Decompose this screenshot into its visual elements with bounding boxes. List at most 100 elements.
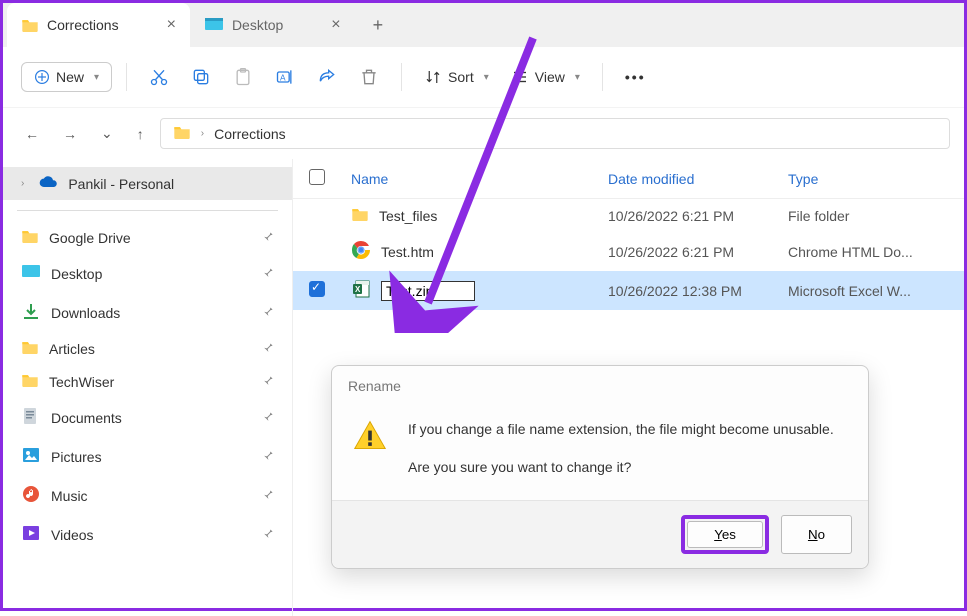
- file-row[interactable]: X 10/26/2022 12:38 PMMicrosoft Excel W...: [293, 271, 964, 310]
- tab-label: Corrections: [47, 17, 119, 33]
- sort-button[interactable]: Sort ▾: [416, 62, 497, 92]
- tab-label: Desktop: [232, 17, 283, 33]
- pin-icon[interactable]: [260, 340, 274, 357]
- sidebar-item-label: Documents: [51, 410, 122, 426]
- file-date: 10/26/2022 6:21 PM: [608, 244, 788, 260]
- file-type: Chrome HTML Do...: [788, 244, 948, 260]
- sidebar-item-pictures[interactable]: Pictures: [3, 437, 292, 476]
- delete-button[interactable]: [351, 61, 387, 93]
- sidebar-item-label: Articles: [49, 341, 95, 357]
- new-button[interactable]: New ▾: [21, 62, 112, 92]
- svg-text:X: X: [355, 285, 361, 294]
- folder-icon: [21, 373, 39, 390]
- pin-icon[interactable]: [260, 487, 274, 504]
- chevron-down-icon: ▾: [575, 72, 580, 83]
- pin-icon[interactable]: [260, 304, 274, 321]
- pin-icon[interactable]: [260, 229, 274, 246]
- yes-button[interactable]: Yes: [687, 521, 763, 548]
- desktop-icon: [21, 262, 41, 285]
- music-icon: [21, 484, 41, 507]
- sidebar-item-label: Google Drive: [49, 230, 131, 246]
- pin-icon[interactable]: [260, 448, 274, 465]
- pictures-icon: [21, 445, 41, 468]
- sidebar-item-techwiser[interactable]: TechWiser: [3, 365, 292, 398]
- separator: [401, 63, 402, 91]
- sidebar-item-videos[interactable]: Videos: [3, 515, 292, 554]
- back-button[interactable]: ←: [17, 120, 47, 148]
- pin-icon[interactable]: [260, 526, 274, 543]
- sidebar-item-documents[interactable]: Documents: [3, 398, 292, 437]
- dialog-line1: If you change a file name extension, the…: [408, 418, 834, 442]
- forward-button[interactable]: →: [55, 120, 85, 148]
- sidebar-item-label: Desktop: [51, 266, 102, 282]
- new-label: New: [56, 69, 84, 85]
- close-icon[interactable]: ×: [167, 16, 176, 34]
- breadcrumb-folder[interactable]: Corrections: [214, 126, 286, 142]
- pin-icon[interactable]: [260, 373, 274, 390]
- chevron-down-icon: ▾: [94, 72, 99, 83]
- close-icon[interactable]: ×: [331, 16, 340, 34]
- folder-icon: [351, 207, 369, 224]
- folder-icon: [21, 340, 39, 357]
- up-button[interactable]: ↑: [129, 120, 152, 148]
- svg-text:A: A: [280, 72, 286, 82]
- separator: [126, 63, 127, 91]
- sidebar-item-label: Downloads: [51, 305, 120, 321]
- pin-icon[interactable]: [260, 265, 274, 282]
- yes-highlight: Yes: [681, 515, 769, 554]
- separator: [602, 63, 603, 91]
- paste-button[interactable]: [225, 61, 261, 93]
- view-button[interactable]: View ▾: [503, 62, 588, 92]
- col-name[interactable]: Name: [351, 171, 608, 187]
- chevron-down-icon: ▾: [484, 72, 489, 83]
- tab-inactive[interactable]: Desktop ×: [190, 3, 355, 47]
- toolbar: New ▾ A Sort ▾ View ▾ •••: [3, 47, 964, 108]
- sidebar-item-google-drive[interactable]: Google Drive: [3, 221, 292, 254]
- file-type: File folder: [788, 208, 948, 224]
- dialog-line2: Are you sure you want to change it?: [408, 456, 834, 480]
- row-checkbox[interactable]: [309, 281, 325, 297]
- file-date: 10/26/2022 12:38 PM: [608, 283, 788, 299]
- sidebar-item-downloads[interactable]: Downloads: [3, 293, 292, 332]
- documents-icon: [21, 406, 41, 429]
- sort-label: Sort: [448, 69, 474, 85]
- sidebar-item-label: TechWiser: [49, 374, 114, 390]
- file-name: Test.htm: [381, 244, 434, 260]
- dialog-title: Rename: [332, 366, 868, 406]
- sidebar-item-onedrive[interactable]: › Pankil - Personal: [3, 167, 292, 200]
- separator: [17, 210, 278, 211]
- tab-active[interactable]: Corrections ×: [7, 3, 190, 47]
- file-type: Microsoft Excel W...: [788, 283, 948, 299]
- warning-icon: [352, 418, 388, 480]
- sidebar-item-music[interactable]: Music: [3, 476, 292, 515]
- cloud-icon: [38, 175, 58, 192]
- no-button[interactable]: No: [781, 515, 852, 554]
- address-bar[interactable]: › Corrections: [160, 118, 950, 149]
- recent-dropdown[interactable]: ⌄: [93, 119, 121, 148]
- rename-input[interactable]: [381, 281, 475, 301]
- sidebar-item-articles[interactable]: Articles: [3, 332, 292, 365]
- share-button[interactable]: [309, 61, 345, 93]
- more-button[interactable]: •••: [617, 63, 654, 91]
- chevron-right-icon: ›: [201, 128, 204, 139]
- folder-icon: [173, 125, 191, 142]
- sidebar-item-desktop[interactable]: Desktop: [3, 254, 292, 293]
- sidebar-item-label: Videos: [51, 527, 94, 543]
- downloads-icon: [21, 301, 41, 324]
- col-type[interactable]: Type: [788, 171, 948, 187]
- folder-icon: [21, 229, 39, 246]
- rename-button[interactable]: A: [267, 61, 303, 93]
- file-row[interactable]: Test.htm 10/26/2022 6:21 PMChrome HTML Do…: [293, 232, 964, 271]
- select-all-checkbox[interactable]: [309, 169, 325, 185]
- view-label: View: [535, 69, 565, 85]
- videos-icon: [21, 523, 41, 546]
- add-tab-button[interactable]: +: [363, 11, 394, 40]
- col-date[interactable]: Date modified: [608, 171, 788, 187]
- file-row[interactable]: Test_files10/26/2022 6:21 PMFile folder: [293, 199, 964, 232]
- excel-icon: X: [351, 279, 371, 302]
- pin-icon[interactable]: [260, 409, 274, 426]
- file-date: 10/26/2022 6:21 PM: [608, 208, 788, 224]
- cut-button[interactable]: [141, 61, 177, 93]
- chrome-icon: [351, 240, 371, 263]
- copy-button[interactable]: [183, 61, 219, 93]
